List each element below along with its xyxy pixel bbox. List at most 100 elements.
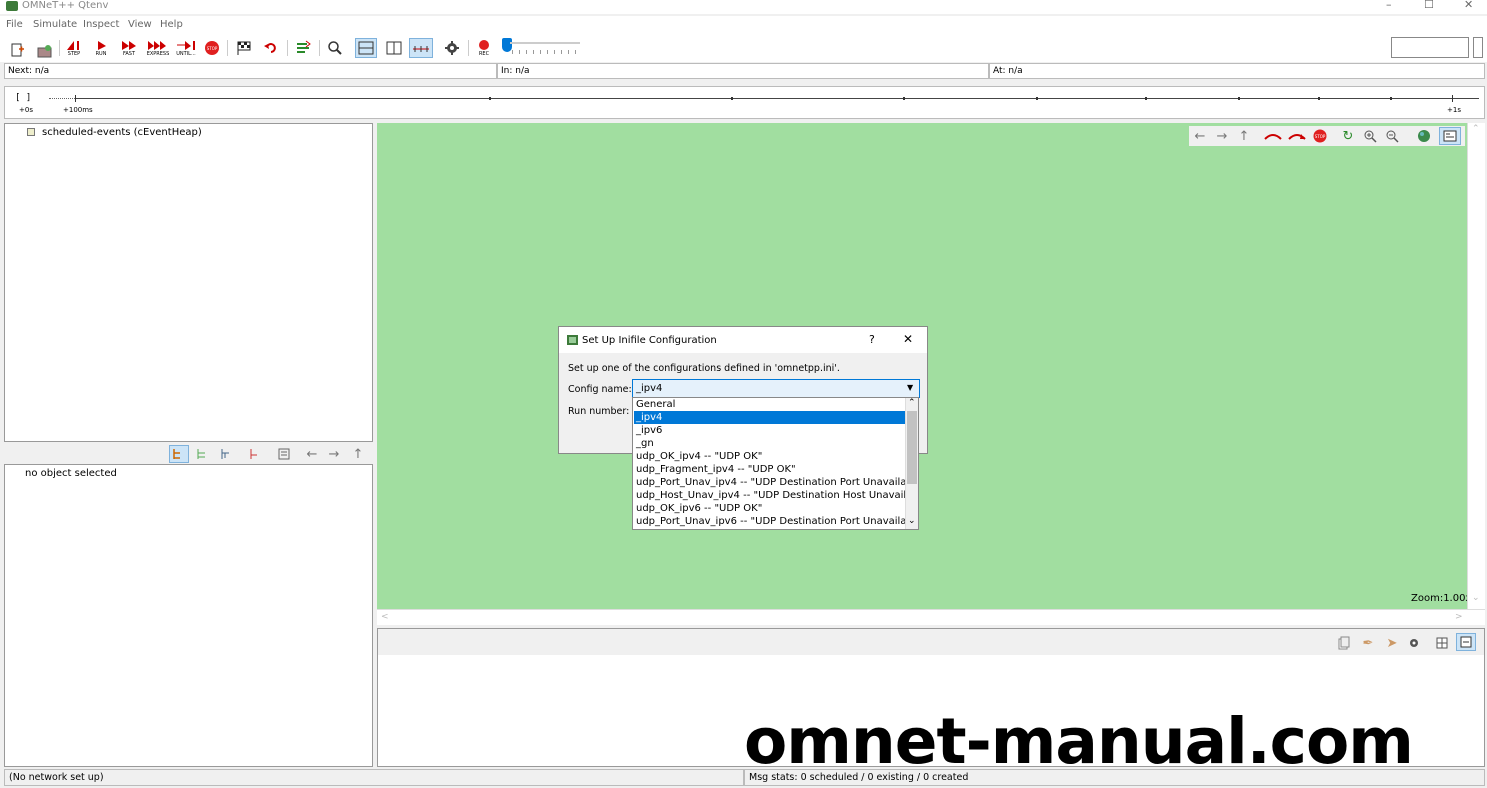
dropdown-option[interactable]: udp_OK_ipv6 -- "UDP OK" bbox=[634, 502, 905, 515]
menu-simulate[interactable]: Simulate bbox=[33, 19, 77, 30]
rebuild-icon bbox=[264, 43, 276, 53]
show-module-names-icon[interactable] bbox=[1439, 127, 1461, 145]
stop-button[interactable]: STOP bbox=[203, 38, 221, 58]
list-mode-icon[interactable] bbox=[276, 446, 292, 462]
checkered-flag-icon bbox=[237, 41, 251, 55]
fast-button[interactable]: FAST bbox=[117, 38, 141, 58]
fast-icon bbox=[122, 40, 136, 50]
tree-mode-button[interactable] bbox=[169, 445, 189, 463]
maximize-button[interactable]: ☐ bbox=[1424, 0, 1434, 11]
scroll-left-icon[interactable]: < bbox=[381, 612, 389, 622]
dropdown-option[interactable]: udp_Host_Unav_ipv4 -- "UDP Destination H… bbox=[634, 489, 918, 502]
config-name-combobox[interactable]: _ipv4 ▼ bbox=[632, 379, 920, 398]
watermark-text: omnet-manual.com bbox=[744, 705, 1414, 778]
rebuild-button[interactable] bbox=[262, 38, 280, 58]
toolbar-extension-button[interactable] bbox=[1473, 37, 1483, 58]
run-button[interactable]: RUN bbox=[90, 38, 112, 58]
inspector-empty-label: no object selected bbox=[25, 468, 117, 479]
run-icon bbox=[98, 40, 106, 50]
svg-text:STOP: STOP bbox=[1315, 134, 1326, 139]
preferences-button[interactable] bbox=[443, 38, 461, 58]
menu-bar: File Simulate Inspect View Help bbox=[0, 16, 1487, 34]
dropdown-scroll-thumb[interactable] bbox=[907, 411, 917, 484]
globe-icon[interactable] bbox=[1415, 128, 1433, 144]
dropdown-option[interactable]: _gn bbox=[634, 437, 905, 450]
timeline-toggle-button[interactable] bbox=[409, 38, 433, 58]
menu-help[interactable]: Help bbox=[160, 19, 183, 30]
log-view-icon[interactable] bbox=[1456, 633, 1476, 651]
dialog-titlebar: Set Up Inifile Configuration ? ✕ bbox=[559, 327, 927, 353]
animation-speed-slider[interactable] bbox=[502, 38, 582, 58]
zoom-out-icon[interactable] bbox=[1383, 128, 1401, 144]
canvas-back-icon[interactable]: ← bbox=[1191, 128, 1209, 144]
dropdown-option[interactable]: udp_Port_Unav_ipv6 -- "UDP Destination P… bbox=[634, 515, 918, 528]
canvas-up-icon[interactable]: ↑ bbox=[1235, 128, 1253, 144]
copy-icon[interactable] bbox=[1336, 635, 1352, 651]
scroll-up-icon[interactable]: ⌃ bbox=[908, 398, 916, 408]
canvas-forward-icon[interactable]: → bbox=[1213, 128, 1231, 144]
layout-vertical-button[interactable] bbox=[383, 38, 405, 58]
heap-icon bbox=[27, 128, 35, 136]
record-button[interactable]: REC bbox=[475, 38, 493, 58]
back-arrow-icon[interactable]: ← bbox=[304, 445, 320, 463]
split-horizontal-icon bbox=[358, 41, 374, 55]
messages-view-icon[interactable] bbox=[1434, 635, 1450, 651]
menu-view[interactable]: View bbox=[128, 19, 152, 30]
forward-arrow-icon[interactable]: → bbox=[326, 445, 342, 463]
gear-icon bbox=[445, 41, 459, 55]
dropdown-scrollbar[interactable]: ⌃ ⌄ bbox=[905, 398, 918, 529]
express-button[interactable]: EXPRESS bbox=[145, 38, 171, 58]
step-icon bbox=[67, 40, 79, 50]
up-arrow-icon[interactable]: ↑ bbox=[350, 445, 366, 463]
canvas-horizontal-scrollbar[interactable]: < > bbox=[377, 609, 1485, 625]
until-icon bbox=[177, 40, 195, 50]
express-icon bbox=[148, 40, 166, 50]
zoom-in-icon[interactable] bbox=[1361, 128, 1379, 144]
log-settings-gear-icon[interactable] bbox=[1406, 635, 1422, 651]
highlight-icon[interactable]: ✒ bbox=[1360, 635, 1376, 651]
minimize-button[interactable]: – bbox=[1386, 0, 1392, 11]
find-button[interactable] bbox=[326, 38, 344, 58]
scroll-down-icon[interactable]: ⌄ bbox=[908, 516, 916, 526]
relayout-icon[interactable]: ↻ bbox=[1339, 128, 1357, 144]
scroll-up-icon[interactable]: ⌃ bbox=[1472, 124, 1480, 134]
dropdown-option-selected[interactable]: _ipv4 bbox=[634, 411, 905, 424]
dialog-help-button[interactable]: ? bbox=[869, 333, 875, 346]
menu-file[interactable]: File bbox=[6, 19, 23, 30]
dropdown-option[interactable]: General bbox=[634, 398, 905, 411]
grouped-mode-icon[interactable] bbox=[218, 446, 234, 462]
slider-handle[interactable] bbox=[502, 38, 512, 52]
step-button[interactable]: STEP bbox=[63, 38, 85, 58]
timeline-label-1s: +1s bbox=[1447, 106, 1461, 114]
local-run-icon[interactable] bbox=[1287, 128, 1307, 144]
close-window-button[interactable]: ✕ bbox=[1464, 0, 1473, 11]
canvas-vertical-scrollbar[interactable]: ⌃ ⌄ bbox=[1467, 123, 1485, 609]
scroll-down-icon[interactable]: ⌄ bbox=[1472, 593, 1480, 603]
local-step-icon[interactable] bbox=[1263, 128, 1283, 144]
children-mode-icon[interactable] bbox=[194, 446, 210, 462]
load-ned-button[interactable] bbox=[36, 38, 54, 58]
config-dropdown-list[interactable]: General _ipv4 _ipv6 _gn udp_OK_ipv4 -- "… bbox=[632, 397, 919, 530]
dialog-close-button[interactable]: ✕ bbox=[903, 332, 913, 346]
inheritance-mode-icon[interactable] bbox=[246, 446, 262, 462]
filter-icon[interactable]: ➤ bbox=[1384, 635, 1400, 651]
event-log-button[interactable] bbox=[294, 38, 312, 58]
dropdown-option[interactable]: _ipv6 bbox=[634, 424, 905, 437]
dialog-app-icon bbox=[567, 335, 578, 345]
layout-horizontal-button[interactable] bbox=[355, 38, 377, 58]
event-number-input[interactable] bbox=[1391, 37, 1469, 58]
title-bar: OMNeT++ Qtenv – ☐ ✕ bbox=[0, 0, 1487, 14]
new-network-button[interactable] bbox=[10, 38, 26, 58]
tree-item-scheduled-events[interactable]: scheduled-events (cEventHeap) bbox=[42, 127, 202, 138]
menu-inspect[interactable]: Inspect bbox=[83, 19, 119, 30]
scroll-right-icon[interactable]: > bbox=[1455, 612, 1463, 622]
dropdown-option[interactable]: udp_Fragment_ipv4 -- "UDP OK" bbox=[634, 463, 905, 476]
until-button[interactable]: UNTIL... bbox=[173, 38, 199, 58]
canvas-stop-icon[interactable]: STOP bbox=[1311, 128, 1329, 144]
dropdown-option[interactable]: udp_OK_ipv4 -- "UDP OK" bbox=[634, 450, 905, 463]
finish-button[interactable] bbox=[235, 38, 253, 58]
status-at: At: n/a bbox=[989, 63, 1485, 79]
window-title: OMNeT++ Qtenv bbox=[22, 0, 109, 11]
dropdown-option[interactable]: udp_Port_Unav_ipv4 -- "UDP Destination P… bbox=[634, 476, 918, 489]
timeline[interactable]: [ ] +0s +100ms +1s bbox=[4, 86, 1485, 119]
